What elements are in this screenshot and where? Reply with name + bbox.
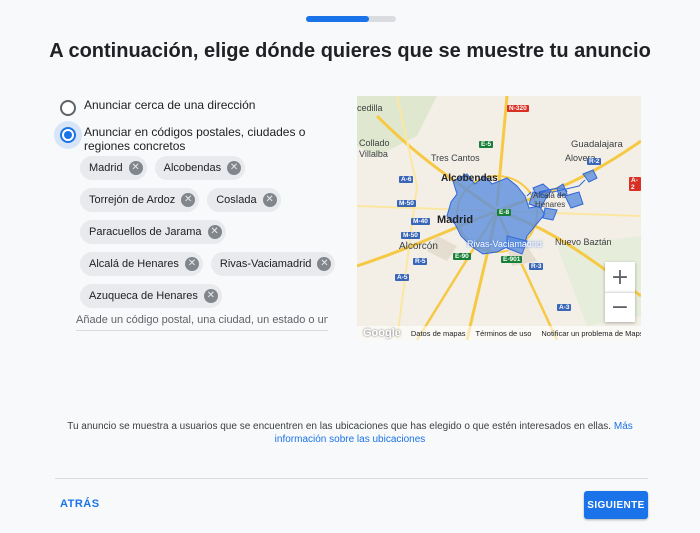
location-chip-label: Torrejón de Ardoz: [89, 194, 176, 206]
location-chip-label: Rivas-Vaciamadrid: [219, 258, 312, 270]
map-canvas[interactable]: [357, 96, 641, 340]
zoom-out-button[interactable]: −: [605, 292, 635, 322]
road-badge: E-8: [497, 209, 512, 216]
location-chip: Torrejón de Ardoz ✕: [80, 188, 200, 212]
road-badge: R-3: [529, 263, 544, 270]
map-label: Villalba: [359, 149, 388, 159]
radio-regions[interactable]: [60, 127, 76, 143]
road-badge: E-901: [501, 256, 523, 263]
map-label: Alcalá de: [533, 191, 566, 200]
remove-location-icon[interactable]: ✕: [184, 257, 199, 271]
location-chip: Alcobendas ✕: [154, 156, 246, 180]
location-chip-label: Paracuellos de Jarama: [89, 226, 202, 238]
remove-location-icon[interactable]: ✕: [317, 257, 332, 271]
progress-fill: [306, 16, 369, 22]
map-label: cedilla: [357, 103, 383, 113]
remove-location-icon[interactable]: ✕: [262, 193, 277, 207]
remove-location-icon[interactable]: ✕: [128, 161, 143, 175]
road-badge: M-50: [401, 232, 420, 239]
zoom-in-button[interactable]: +: [605, 262, 635, 292]
road-badge: A-6: [399, 176, 414, 183]
road-badge: A-2: [629, 177, 641, 191]
location-chip-label: Madrid: [89, 162, 123, 174]
location-map[interactable]: cedilla Collado Villalba Tres Cantos Alc…: [357, 96, 641, 340]
map-label: Guadalajara: [571, 139, 623, 150]
location-chip: Azuqueca de Henares ✕: [80, 284, 222, 308]
road-badge: N-320: [507, 105, 529, 112]
location-chip: Alcalá de Henares ✕: [80, 252, 203, 276]
location-chip-label: Coslada: [216, 194, 257, 206]
terms-link[interactable]: Términos de uso: [476, 329, 532, 338]
map-label: Collado: [359, 138, 390, 148]
road-badge: A-5: [395, 274, 410, 281]
radio-address[interactable]: [60, 100, 76, 116]
option-address-label: Anunciar cerca de una dirección: [84, 98, 256, 112]
back-button[interactable]: ATRÁS: [60, 498, 100, 510]
remove-location-icon[interactable]: ✕: [181, 193, 196, 207]
map-label: Alcorcón: [399, 241, 438, 252]
location-chip-label: Azuqueca de Henares: [89, 290, 198, 302]
road-badge: E-5: [479, 141, 494, 148]
map-label: Henares: [535, 200, 566, 209]
targeting-options: Anunciar cerca de una dirección Anunciar…: [58, 98, 348, 162]
location-chip: Rivas-Vaciamadrid ✕: [210, 252, 336, 276]
road-badge: A-3: [557, 304, 572, 311]
map-label: Tres Cantos: [431, 153, 480, 163]
next-button[interactable]: SIGUIENTE: [584, 491, 648, 519]
map-label: Alcobendas: [441, 173, 498, 184]
progress-bar: [306, 16, 396, 22]
option-address[interactable]: Anunciar cerca de una dirección: [58, 98, 348, 116]
location-search-input[interactable]: [76, 309, 328, 331]
map-label: Rivas-Vaciamadrid: [467, 239, 542, 249]
info-text-body: Tu anuncio se muestra a usuarios que se …: [67, 421, 612, 432]
remove-location-icon[interactable]: ✕: [203, 289, 218, 303]
map-label: Madrid: [437, 214, 474, 226]
road-badge: M-50: [397, 200, 416, 207]
google-logo: Google: [363, 327, 401, 339]
selected-locations: Madrid ✕ Alcobendas ✕ Torrejón de Ardoz ✕ C…: [80, 156, 340, 308]
location-chip-label: Alcobendas: [163, 162, 222, 174]
footer-divider: [55, 478, 648, 479]
location-chip: Coslada ✕: [207, 188, 281, 212]
location-chip: Paracuellos de Jarama ✕: [80, 220, 226, 244]
option-regions-label: Anunciar en códigos postales, ciudades o…: [84, 125, 306, 153]
road-badge: R-5: [413, 258, 428, 265]
road-badge: E-90: [453, 253, 471, 260]
road-badge: M-40: [411, 218, 430, 225]
option-regions[interactable]: Anunciar en códigos postales, ciudades o…: [58, 125, 348, 153]
map-label: Nuevo Baztán: [555, 237, 612, 247]
report-problem-link[interactable]: Notificar un problema de Maps: [541, 329, 641, 338]
page-title: A continuación, elige dónde quieres que …: [49, 40, 651, 62]
location-chip: Madrid ✕: [80, 156, 147, 180]
map-data-link[interactable]: Datos de mapas: [411, 329, 466, 338]
info-text: Tu anuncio se muestra a usuarios que se …: [60, 420, 640, 446]
remove-location-icon[interactable]: ✕: [207, 225, 222, 239]
remove-location-icon[interactable]: ✕: [227, 161, 242, 175]
map-footer: Google Datos de mapas Términos de uso No…: [357, 326, 641, 340]
road-badge: R-2: [587, 158, 602, 165]
location-chip-label: Alcalá de Henares: [89, 258, 179, 270]
